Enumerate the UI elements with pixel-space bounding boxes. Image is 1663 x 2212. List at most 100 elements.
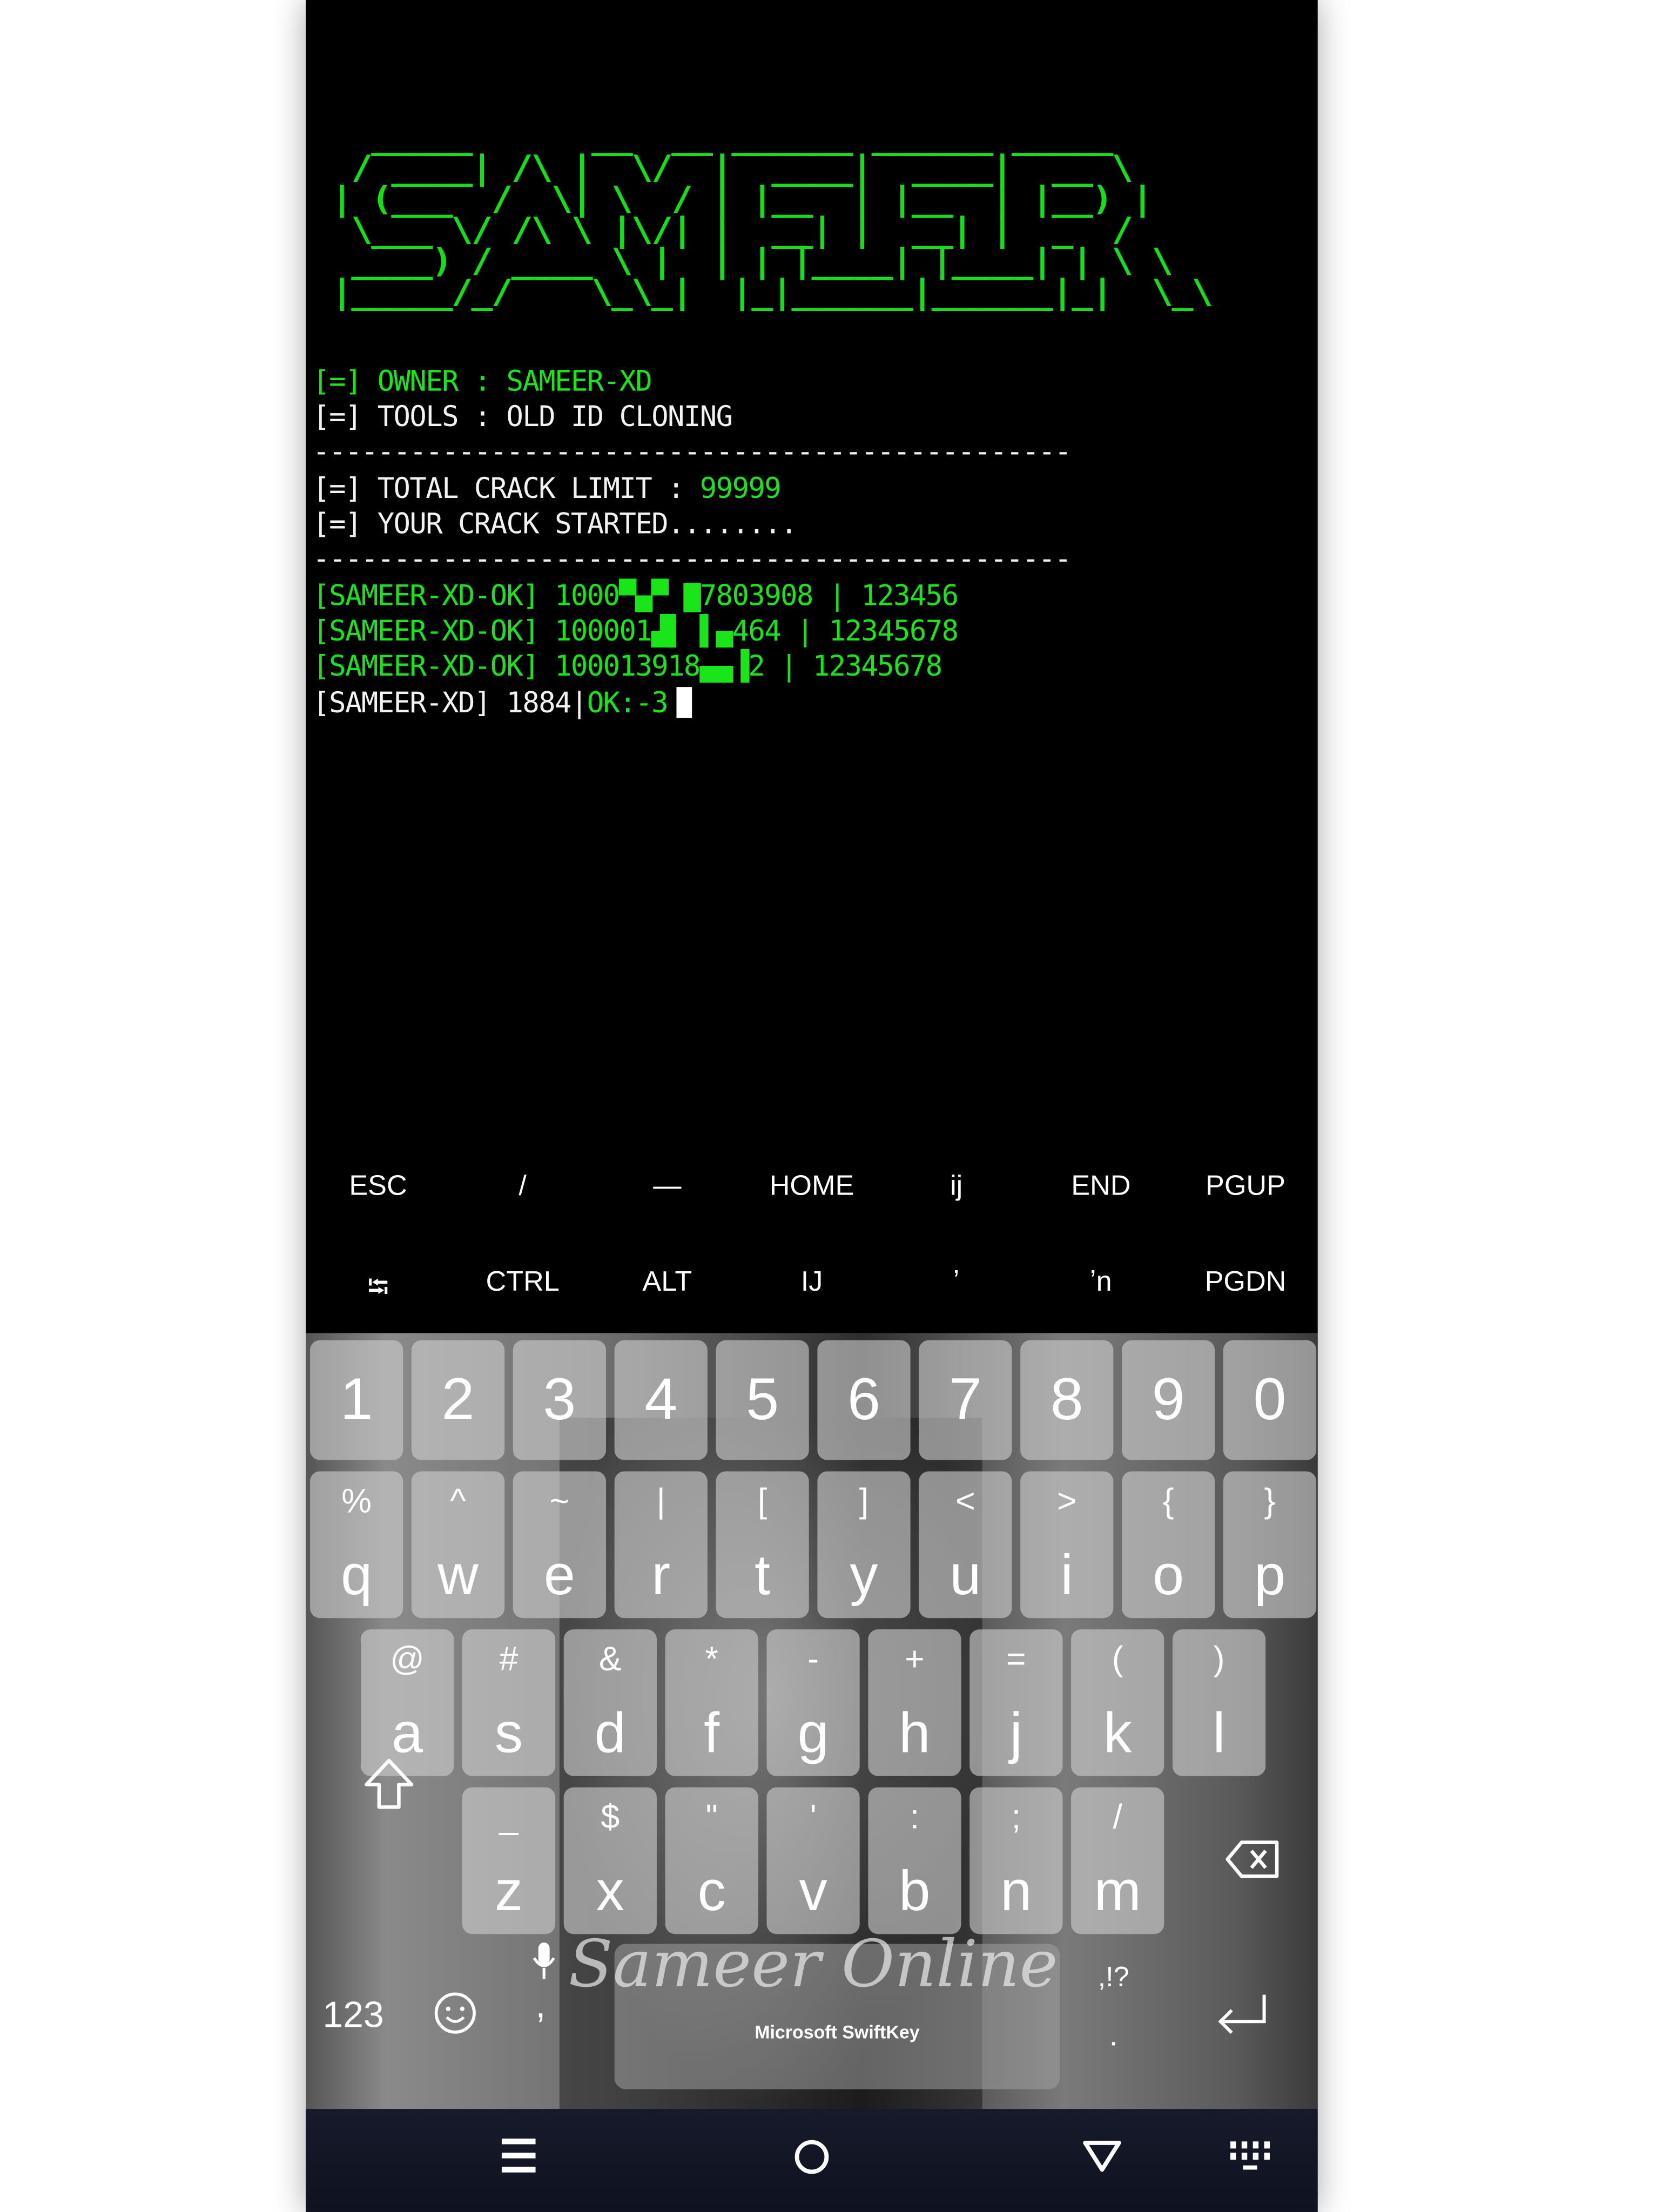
text-cursor <box>676 687 692 718</box>
key-secondary-label: ^ <box>450 1482 466 1521</box>
space-bar[interactable]: Microsoft SwiftKey <box>614 1944 1060 2089</box>
key-secondary-label: + <box>905 1640 925 1679</box>
extra-key-ij[interactable]: IJ <box>739 1267 884 1315</box>
owner-text: OWNER : SAMEER-XD <box>361 363 652 398</box>
back-button[interactable] <box>1081 2134 1123 2182</box>
key-secondary-label: > <box>1056 1482 1077 1521</box>
key-v[interactable]: ' v <box>766 1787 860 1934</box>
key-g[interactable]: -g <box>766 1629 860 1776</box>
ok-count: OK:-3 <box>587 685 669 720</box>
key-secondary-label: @ <box>390 1640 425 1679</box>
key-label: v <box>799 1860 827 1923</box>
key-b[interactable]: :b <box>868 1787 961 1934</box>
key-label: 2 <box>441 1365 475 1432</box>
key-m[interactable]: / m <box>1071 1787 1164 1934</box>
started-text: YOUR CRACK STARTED........ <box>361 506 798 541</box>
key-label: 0 <box>1253 1365 1287 1432</box>
key-f[interactable]: * f <box>665 1629 758 1776</box>
key-5[interactable]: 5 <box>716 1340 809 1460</box>
key-9[interactable]: 9 <box>1122 1340 1215 1460</box>
key-label: w <box>437 1545 479 1607</box>
key-label: 4 <box>644 1365 678 1432</box>
result-line: [SAMEER-XD-OK] 100001▟▌ ▌▄464 | 12345678 <box>313 613 959 648</box>
key-secondary-label: / <box>1113 1798 1122 1837</box>
key-u[interactable]: < u <box>919 1471 1012 1618</box>
key-c[interactable]: " c <box>665 1787 758 1934</box>
key-k[interactable]: (k <box>1071 1629 1164 1776</box>
key-p[interactable]: } p <box>1223 1471 1317 1618</box>
key-secondary-label: # <box>499 1640 519 1679</box>
key-0[interactable]: 0 <box>1223 1340 1317 1460</box>
key-4[interactable]: 4 <box>614 1340 708 1460</box>
key-s[interactable]: # s <box>462 1629 556 1776</box>
key-7[interactable]: 7 <box>919 1340 1012 1460</box>
limit-line: [=] TOTAL CRACK LIMIT : 99999 <box>313 471 781 506</box>
keyboard-icon <box>1230 2141 1270 2170</box>
key-d[interactable]: & d <box>563 1629 657 1776</box>
backspace-key[interactable] <box>1224 1838 1281 1887</box>
key-2[interactable]: 2 <box>411 1340 505 1460</box>
key-secondary-label: $ <box>601 1798 620 1837</box>
space-bar-label: Microsoft SwiftKey <box>755 2021 920 2043</box>
keyboard-hide-button[interactable] <box>1228 2134 1273 2182</box>
key-w[interactable]: ^ w <box>411 1471 505 1618</box>
key-x[interactable]: $ x <box>563 1787 657 1934</box>
key-i[interactable]: > i <box>1020 1471 1114 1618</box>
extra-key-esc[interactable]: ESC <box>306 1171 450 1203</box>
key-label: i <box>1060 1545 1073 1607</box>
key-label: t <box>755 1545 771 1607</box>
key-z[interactable]: _ z <box>462 1787 556 1934</box>
key-secondary-label: & <box>598 1640 622 1679</box>
extra-key-symbol[interactable]: — <box>595 1171 740 1203</box>
key-y[interactable]: ] y <box>817 1471 911 1618</box>
key-label: 7 <box>948 1365 982 1432</box>
key-h[interactable]: + h <box>868 1629 961 1776</box>
extra-keys-row-2: ⭾ CTRL ALT IJ ʼ ʼn PGDN <box>306 1267 1317 1315</box>
extra-key-n[interactable]: ʼn <box>1029 1267 1174 1315</box>
result-line: [SAMEER-XD-OK] 1000▀▄▀ ▇7803908 | 123456 <box>313 578 959 612</box>
key-secondary-label: ; <box>1011 1798 1021 1837</box>
punctuation-key[interactable]: ,!?. <box>1098 1963 1129 2054</box>
owner-line: [=] OWNER : SAMEER-XD <box>313 363 652 399</box>
extra-key-pgdn[interactable]: PGDN <box>1173 1267 1318 1315</box>
extra-key-end[interactable]: END <box>1029 1171 1174 1203</box>
key-r[interactable]: | r <box>614 1471 708 1618</box>
extra-key-pgup[interactable]: PGUP <box>1173 1171 1318 1203</box>
key-6[interactable]: 6 <box>817 1340 911 1460</box>
key-3[interactable]: 3 <box>513 1340 606 1460</box>
tools-line: [=] TOOLS : OLD ID CLONING <box>313 399 733 434</box>
home-button[interactable] <box>793 2134 830 2182</box>
recent-apps-button[interactable] <box>500 2134 537 2182</box>
key-e[interactable]: ~ e <box>513 1471 606 1618</box>
key-a[interactable]: @ a <box>360 1629 454 1776</box>
key-secondary-label: | <box>656 1482 665 1521</box>
enter-key[interactable] <box>1214 1991 1270 2046</box>
key-8[interactable]: 8 <box>1020 1340 1114 1460</box>
key-label: q <box>341 1545 373 1607</box>
numbers-toggle-key[interactable]: 123 <box>323 1993 384 2037</box>
emoji-key[interactable] <box>433 1991 477 2043</box>
extra-key-symbol[interactable]: ⭾ <box>306 1267 450 1315</box>
key-n[interactable]: ; n <box>969 1787 1063 1934</box>
key-j[interactable]: = j <box>969 1629 1063 1776</box>
key-secondary-label: = <box>1006 1640 1026 1679</box>
key-secondary-label: ] <box>859 1482 869 1521</box>
key-q[interactable]: % q <box>310 1471 403 1618</box>
key-t[interactable]: [t <box>716 1471 809 1618</box>
key-o[interactable]: {o <box>1122 1471 1215 1618</box>
key-1[interactable]: 1 <box>310 1340 403 1460</box>
key-label: c <box>697 1860 726 1923</box>
extra-key-symbol[interactable]: ʼ <box>884 1267 1029 1315</box>
result-line: [SAMEER-XD-OK] 100013918▄▄▐2 | 12345678 <box>313 649 942 683</box>
key-label: 5 <box>746 1365 779 1432</box>
extra-key-alt[interactable]: ALT <box>595 1267 740 1315</box>
extra-key-ctrl[interactable]: CTRL <box>450 1267 595 1315</box>
key-secondary-label: : <box>910 1798 920 1837</box>
prefix: [=] <box>313 363 362 398</box>
extra-key-home[interactable]: HOME <box>739 1171 884 1203</box>
comma-key[interactable]: , <box>531 1940 557 2027</box>
extra-key-symbol[interactable]: / <box>450 1171 595 1203</box>
key-l[interactable]: ) l <box>1172 1629 1266 1776</box>
shift-key[interactable] <box>362 1756 416 1820</box>
extra-key-ij[interactable]: ij <box>884 1171 1029 1203</box>
